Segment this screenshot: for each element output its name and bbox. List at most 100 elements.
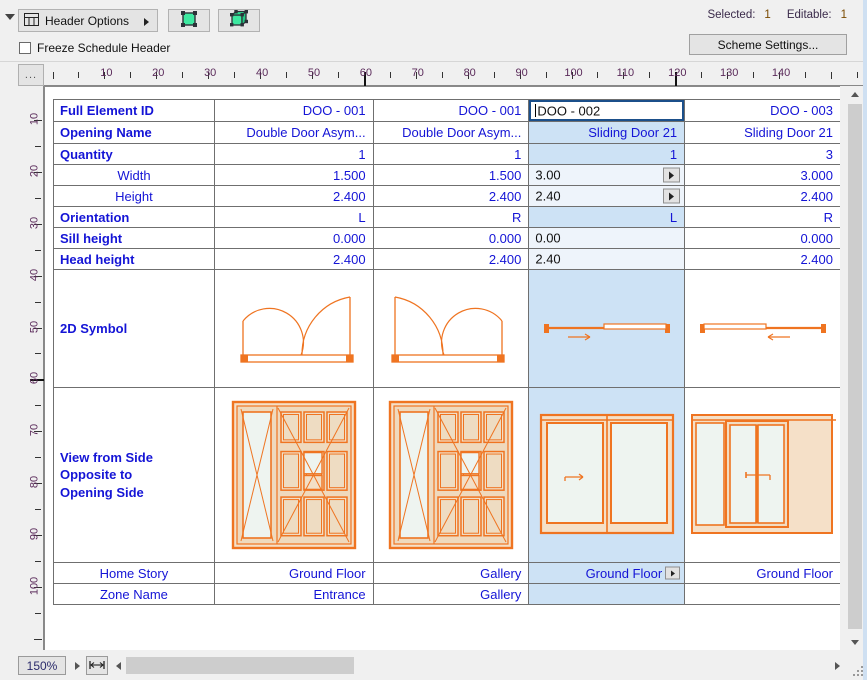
cell-opening_name[interactable]: Double Door Asym... (373, 122, 529, 144)
cell-orientation[interactable]: R (373, 207, 529, 228)
cell-sill_height[interactable]: 0.00 (529, 228, 685, 249)
h-ruler-label: 130 (720, 67, 738, 79)
cell-sill_height[interactable]: 0.000 (685, 228, 840, 249)
cell-quantity[interactable]: 1 (214, 144, 373, 165)
sliding-door-left-arrow-plan (685, 270, 840, 387)
panelled-double-door-elevation (231, 400, 357, 550)
cell-quantity[interactable]: 1 (373, 144, 529, 165)
cell-head_height[interactable]: 2.400 (373, 249, 529, 270)
schedule-table[interactable]: Full Element IDDOO - 001DOO - 001DOO - 0… (53, 99, 840, 605)
cell-sill_height[interactable]: 0.000 (373, 228, 529, 249)
table-row: OrientationLRLR (54, 207, 841, 228)
scroll-up-button[interactable] (847, 86, 863, 102)
table-row: Full Element IDDOO - 001DOO - 001DOO - 0… (54, 100, 841, 122)
cell-width[interactable]: 3.00 (529, 165, 685, 186)
cell-elevation-view[interactable] (529, 388, 685, 563)
horizontal-scroll-thumb[interactable] (126, 657, 354, 674)
cell-opening_name[interactable]: Sliding Door 21 (529, 122, 685, 144)
cell-sill_height[interactable]: 0.000 (214, 228, 373, 249)
cell-zone_name[interactable]: Gallery (373, 584, 529, 605)
schedule-canvas[interactable]: Full Element IDDOO - 001DOO - 001DOO - 0… (44, 86, 840, 650)
horizontal-ruler[interactable]: 102030405060708090100110120130140 (44, 64, 867, 86)
zoom-dropdown-button[interactable] (69, 656, 85, 675)
cell-opening_name[interactable]: Sliding Door 21 (685, 122, 840, 144)
cell-width[interactable]: 1.500 (373, 165, 529, 186)
cell-full_element_id[interactable]: DOO - 001 (214, 100, 373, 122)
fit-width-button[interactable] (86, 656, 108, 675)
cell-full_element_id[interactable]: DOO - 002 (529, 100, 685, 122)
cell-quantity[interactable]: 1 (529, 144, 685, 165)
cell-value: 2.40 (535, 189, 560, 204)
header-options-button[interactable]: Header Options (18, 9, 158, 32)
cell-value: Gallery (374, 587, 529, 602)
cell-zone_name[interactable] (529, 584, 685, 605)
freeze-schedule-header-checkbox[interactable] (19, 42, 31, 54)
h-ruler-label: 80 (464, 67, 476, 79)
v-ruler-label: 90 (28, 528, 40, 540)
ruler-corner-button[interactable]: ... (18, 64, 44, 86)
cell-elevation-view[interactable] (373, 388, 529, 563)
cell-elevation-view[interactable] (685, 388, 840, 563)
select-3d-button[interactable] (218, 9, 260, 32)
cell-head_height[interactable]: 2.400 (214, 249, 373, 270)
chevron-right-icon (671, 570, 675, 576)
select-2d-button[interactable] (168, 9, 210, 32)
cell-zone_name[interactable] (685, 584, 840, 605)
value-popup-button[interactable] (663, 168, 680, 183)
cell-opening_name[interactable]: Double Door Asym... (214, 122, 373, 144)
vertical-scroll-thumb[interactable] (848, 104, 862, 629)
scroll-left-button[interactable] (110, 656, 126, 675)
cell-value: DOO - 001 (374, 103, 529, 118)
cell-orientation[interactable]: L (214, 207, 373, 228)
cell-orientation[interactable]: R (685, 207, 840, 228)
cell-zone_name[interactable]: Entrance (214, 584, 373, 605)
cell-home_story[interactable]: Ground Floor (529, 563, 685, 584)
cell-height[interactable]: 2.400 (685, 186, 840, 207)
cell-quantity[interactable]: 3 (685, 144, 840, 165)
select-2d-icon (180, 10, 198, 31)
fit-width-icon (89, 659, 105, 673)
cell-home_story[interactable]: Ground Floor (214, 563, 373, 584)
row-label: Orientation (54, 210, 214, 225)
scroll-right-button[interactable] (829, 656, 845, 675)
cell-height[interactable]: 2.400 (373, 186, 529, 207)
row-label-cell: 2D Symbol (54, 270, 215, 388)
cell-home_story[interactable]: Gallery (373, 563, 529, 584)
cell-width[interactable]: 3.000 (685, 165, 840, 186)
story-popup-button[interactable] (665, 567, 680, 580)
cell-2d-symbol[interactable] (214, 270, 373, 388)
freeze-schedule-header-row[interactable]: Freeze Schedule Header (19, 41, 170, 55)
sliding-door-three-panel-elevation (685, 388, 840, 562)
vertical-ruler[interactable]: 102030405060708090100 (18, 86, 44, 650)
resize-grip-icon[interactable] (853, 666, 863, 676)
cell-home_story[interactable]: Ground Floor (685, 563, 840, 584)
cell-value: Double Door Asym... (374, 125, 529, 140)
chevron-left-icon (116, 662, 121, 670)
horizontal-scrollbar[interactable] (126, 657, 827, 674)
table-header-icon (24, 13, 39, 29)
cell-value: DOO - 003 (685, 103, 840, 118)
cell-full_element_id[interactable]: DOO - 001 (373, 100, 529, 122)
zoom-level-field[interactable]: 150% (18, 656, 66, 675)
cell-head_height[interactable]: 2.40 (529, 249, 685, 270)
chevron-right-icon (75, 662, 80, 670)
vertical-scrollbar[interactable] (847, 86, 863, 650)
sliding-door-right-arrow-plan (529, 270, 684, 387)
toolbar-collapse-caret-icon[interactable] (5, 14, 15, 20)
cell-width[interactable]: 1.500 (214, 165, 373, 186)
cell-height[interactable]: 2.40 (529, 186, 685, 207)
cell-2d-symbol[interactable] (373, 270, 529, 388)
cell-height[interactable]: 2.400 (214, 186, 373, 207)
scroll-down-button[interactable] (847, 634, 863, 650)
cell-elevation-view[interactable] (214, 388, 373, 563)
value-popup-button[interactable] (663, 189, 680, 204)
cell-head_height[interactable]: 2.400 (685, 249, 840, 270)
cell-orientation[interactable]: L (529, 207, 685, 228)
panelled-double-door-elevation (374, 388, 529, 562)
cell-value: 0.000 (685, 231, 840, 246)
cell-2d-symbol[interactable] (529, 270, 685, 388)
scheme-settings-button[interactable]: Scheme Settings... (689, 34, 847, 55)
cell-full_element_id[interactable]: DOO - 003 (685, 100, 840, 122)
cell-value: 2.40 (535, 252, 560, 267)
cell-2d-symbol[interactable] (685, 270, 840, 388)
